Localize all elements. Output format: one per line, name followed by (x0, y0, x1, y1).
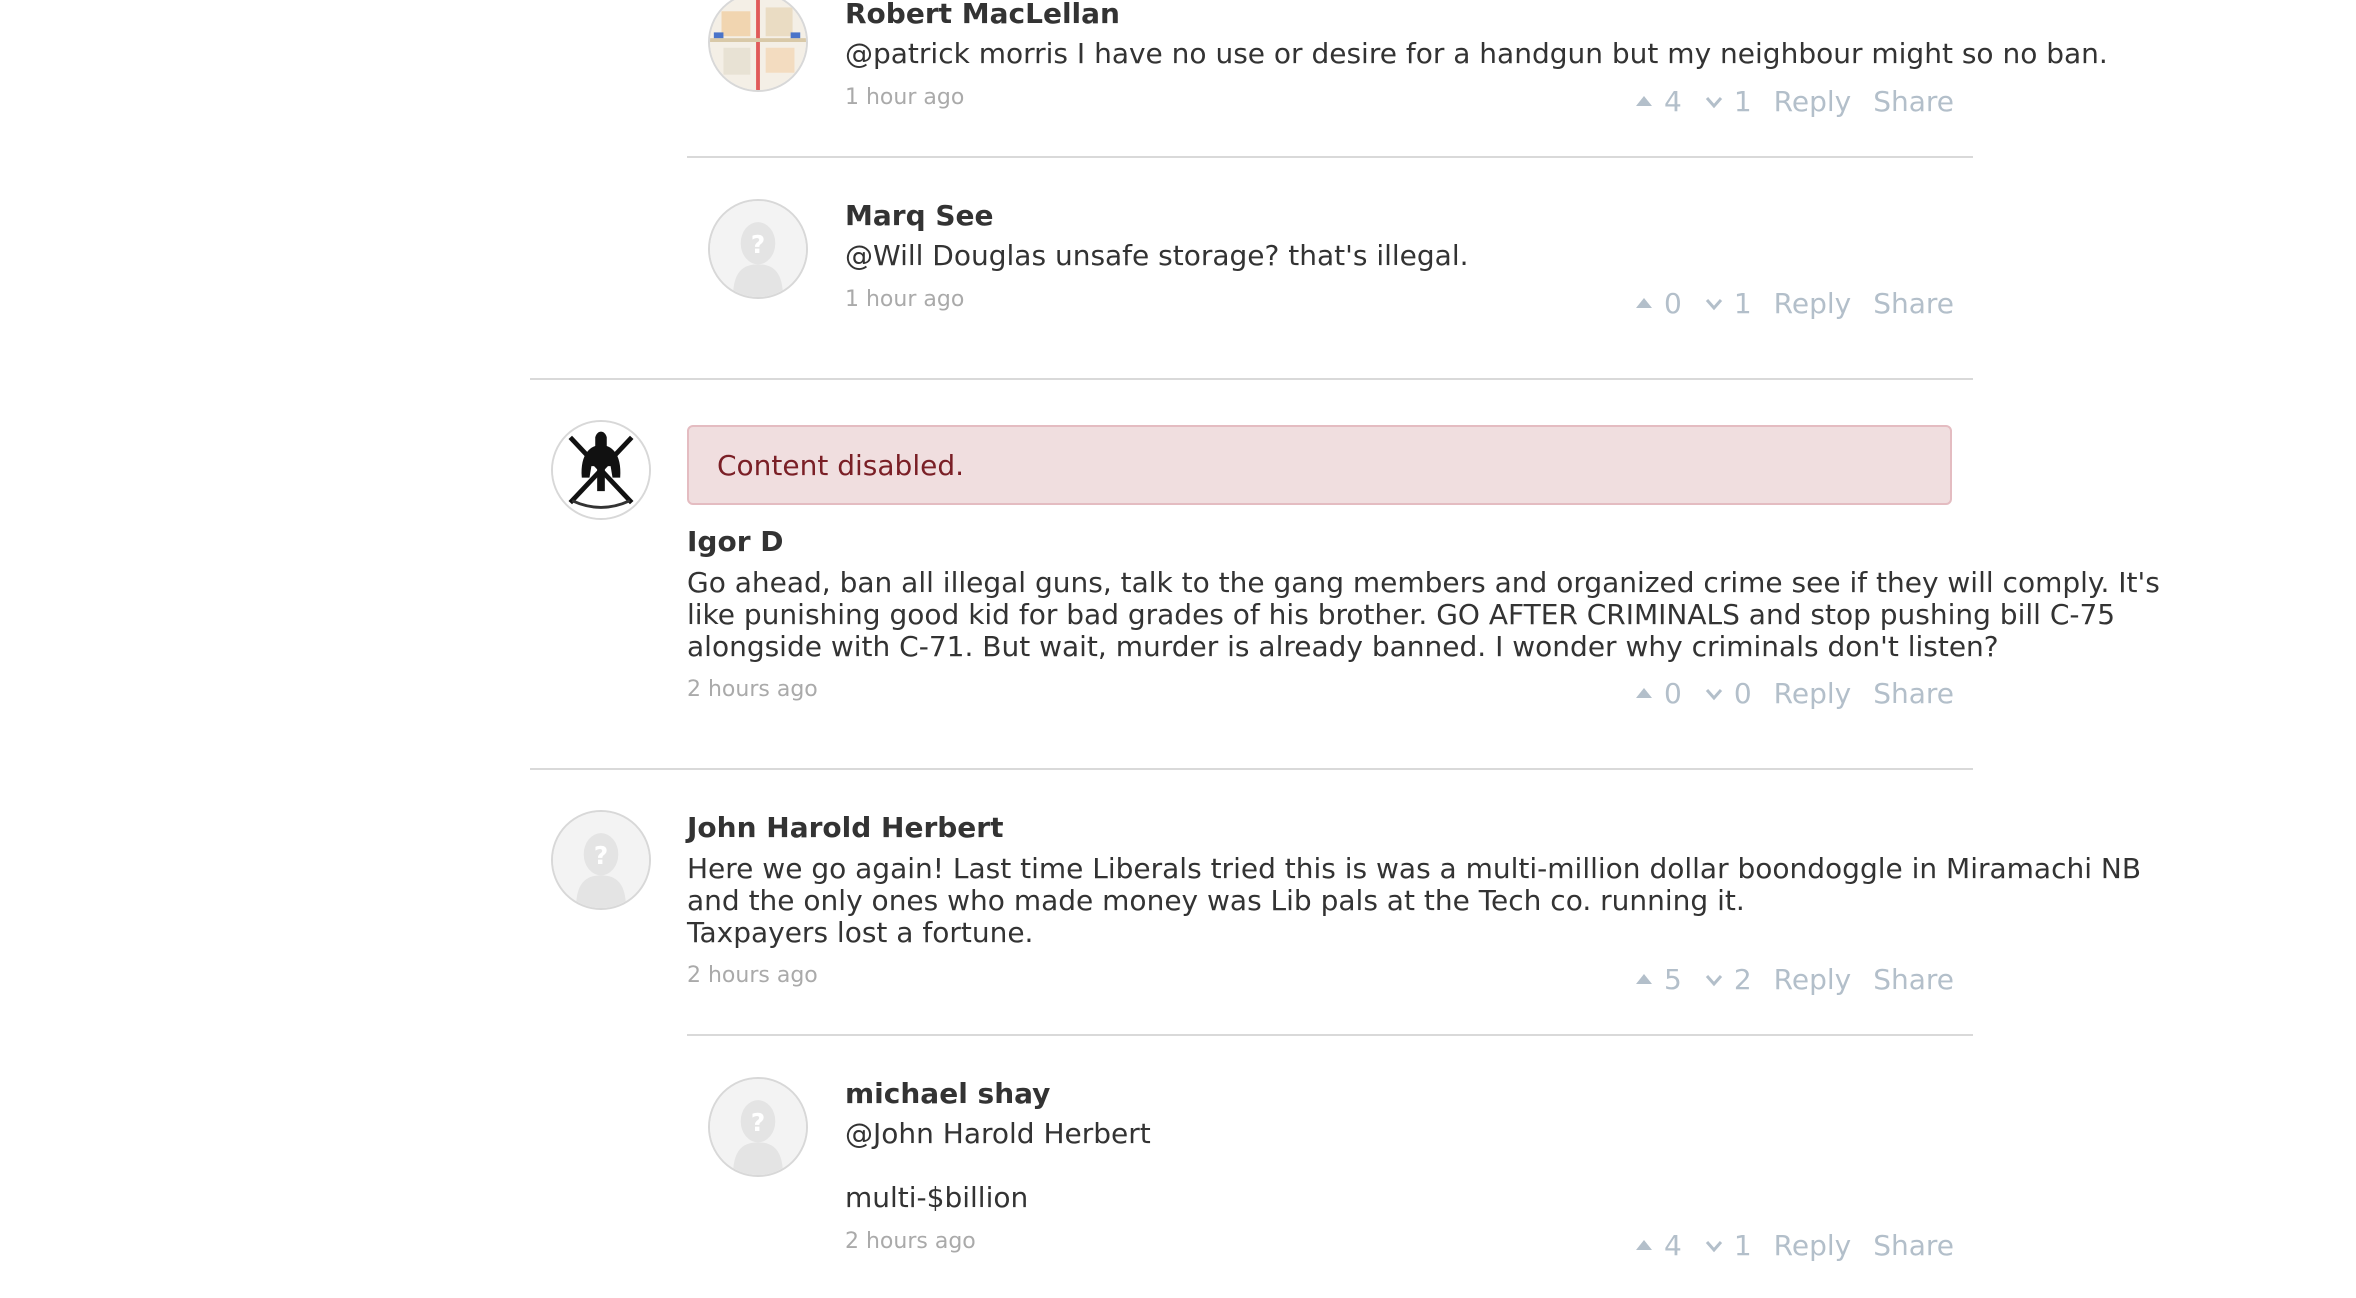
upvote-count: 0 (1663, 286, 1682, 320)
avatar[interactable]: ? (708, 1077, 808, 1177)
comment-actions: 0 1 Reply Share (1634, 286, 1954, 320)
upvote-icon (1635, 688, 1652, 698)
svg-text:?: ? (751, 230, 765, 259)
reply-button[interactable]: Reply (1774, 287, 1852, 320)
downvote-count: 1 (1733, 286, 1752, 320)
downvote-button[interactable]: 2 (1704, 963, 1752, 996)
comment-body-line: @patrick morris I have no use or desire … (845, 37, 2108, 70)
spartan-helmet-avatar-icon (553, 422, 649, 518)
thread-divider (530, 768, 1973, 770)
avatar[interactable] (708, 0, 808, 92)
upvote-button[interactable]: 0 (1634, 287, 1682, 320)
downvote-count: 1 (1733, 84, 1752, 118)
comment-body-line: Go ahead, ban all illegal guns, talk to … (687, 566, 2160, 599)
avatar[interactable]: ? (551, 810, 651, 910)
svg-text:?: ? (594, 841, 608, 870)
downvote-button[interactable]: 1 (1704, 85, 1752, 118)
comment-body-line: like punishing good kid for bad grades o… (687, 598, 2116, 631)
share-button[interactable]: Share (1873, 85, 1954, 118)
downvote-icon (1705, 1241, 1722, 1253)
comment-body-line: Here we go again! Last time Liberals tri… (687, 852, 2142, 885)
reply-button[interactable]: Reply (1774, 963, 1852, 996)
downvote-icon (1705, 689, 1722, 701)
comment-body: @Will Douglas unsafe storage? that's ill… (845, 240, 1469, 272)
default-avatar-icon: ? (710, 201, 806, 297)
downvote-icon (1705, 97, 1722, 109)
comment-body-line: @Will Douglas unsafe storage? that's ill… (845, 239, 1469, 272)
downvote-button[interactable]: 0 (1704, 677, 1752, 710)
comment-body: @John Harold Herbert multi-$billion (845, 1118, 1151, 1214)
reply-button[interactable]: Reply (1774, 85, 1852, 118)
share-button[interactable]: Share (1873, 1229, 1954, 1262)
upvote-count: 4 (1663, 84, 1682, 118)
upvote-icon (1635, 1240, 1652, 1250)
content-disabled-notice: Content disabled. (687, 425, 1952, 505)
downvote-button[interactable]: 1 (1704, 287, 1752, 320)
downvote-button[interactable]: 1 (1704, 1229, 1752, 1262)
share-button[interactable]: Share (1873, 677, 1954, 710)
map-avatar-icon (710, 0, 806, 90)
comment-actions: 4 1 Reply Share (1634, 1228, 1954, 1262)
upvote-count: 4 (1663, 1228, 1682, 1262)
svg-text:?: ? (751, 1108, 765, 1137)
comment-body-spacer (845, 1150, 1151, 1182)
comment-author[interactable]: michael shay (845, 1077, 1050, 1110)
comment-timestamp[interactable]: 2 hours ago (687, 677, 818, 702)
default-avatar-icon: ? (710, 1079, 806, 1175)
comment-body: Go ahead, ban all illegal guns, talk to … (687, 567, 2160, 663)
comment-body-line: alongside with C-71. But wait, murder is… (687, 630, 1999, 663)
comment-author[interactable]: Robert MacLellan (845, 0, 1120, 30)
upvote-button[interactable]: 0 (1634, 677, 1682, 710)
avatar[interactable]: ? (708, 199, 808, 299)
share-button[interactable]: Share (1873, 287, 1954, 320)
comment-actions: 5 2 Reply Share (1634, 962, 1954, 996)
downvote-icon (1705, 299, 1722, 311)
comment-timestamp[interactable]: 1 hour ago (845, 85, 964, 110)
comment-author[interactable]: Marq See (845, 199, 994, 232)
comment-author[interactable]: John Harold Herbert (687, 811, 1004, 844)
downvote-count: 0 (1733, 676, 1752, 710)
comment-timestamp[interactable]: 2 hours ago (687, 963, 818, 988)
comment-body: @patrick morris I have no use or desire … (845, 38, 2108, 70)
comment-timestamp[interactable]: 1 hour ago (845, 287, 964, 312)
comment-actions: 4 1 Reply Share (1634, 84, 1954, 118)
comment-body-line: multi-$billion (845, 1181, 1029, 1214)
comment-body-line: @John Harold Herbert (845, 1117, 1151, 1150)
comment-body-line: and the only ones who made money was Lib… (687, 884, 1745, 917)
downvote-count: 2 (1733, 962, 1752, 996)
upvote-button[interactable]: 5 (1634, 963, 1682, 996)
upvote-icon (1635, 974, 1652, 984)
reply-button[interactable]: Reply (1774, 677, 1852, 710)
share-button[interactable]: Share (1873, 963, 1954, 996)
comment-author[interactable]: Igor D (687, 525, 784, 558)
upvote-button[interactable]: 4 (1634, 85, 1682, 118)
comment-body-line: Taxpayers lost a fortune. (687, 916, 1034, 949)
comment-actions: 0 0 Reply Share (1634, 676, 1954, 710)
upvote-count: 0 (1663, 676, 1682, 710)
comment-body: Here we go again! Last time Liberals tri… (687, 853, 2141, 949)
downvote-icon (1705, 975, 1722, 987)
avatar[interactable] (551, 420, 651, 520)
comment-divider (687, 156, 1973, 158)
downvote-count: 1 (1733, 1228, 1752, 1262)
default-avatar-icon: ? (553, 812, 649, 908)
upvote-button[interactable]: 4 (1634, 1229, 1682, 1262)
upvote-count: 5 (1663, 962, 1682, 996)
upvote-icon (1635, 96, 1652, 106)
reply-button[interactable]: Reply (1774, 1229, 1852, 1262)
thread-divider (530, 378, 1973, 380)
upvote-icon (1635, 298, 1652, 308)
comment-divider (687, 1034, 1973, 1036)
comment-timestamp[interactable]: 2 hours ago (845, 1229, 976, 1254)
